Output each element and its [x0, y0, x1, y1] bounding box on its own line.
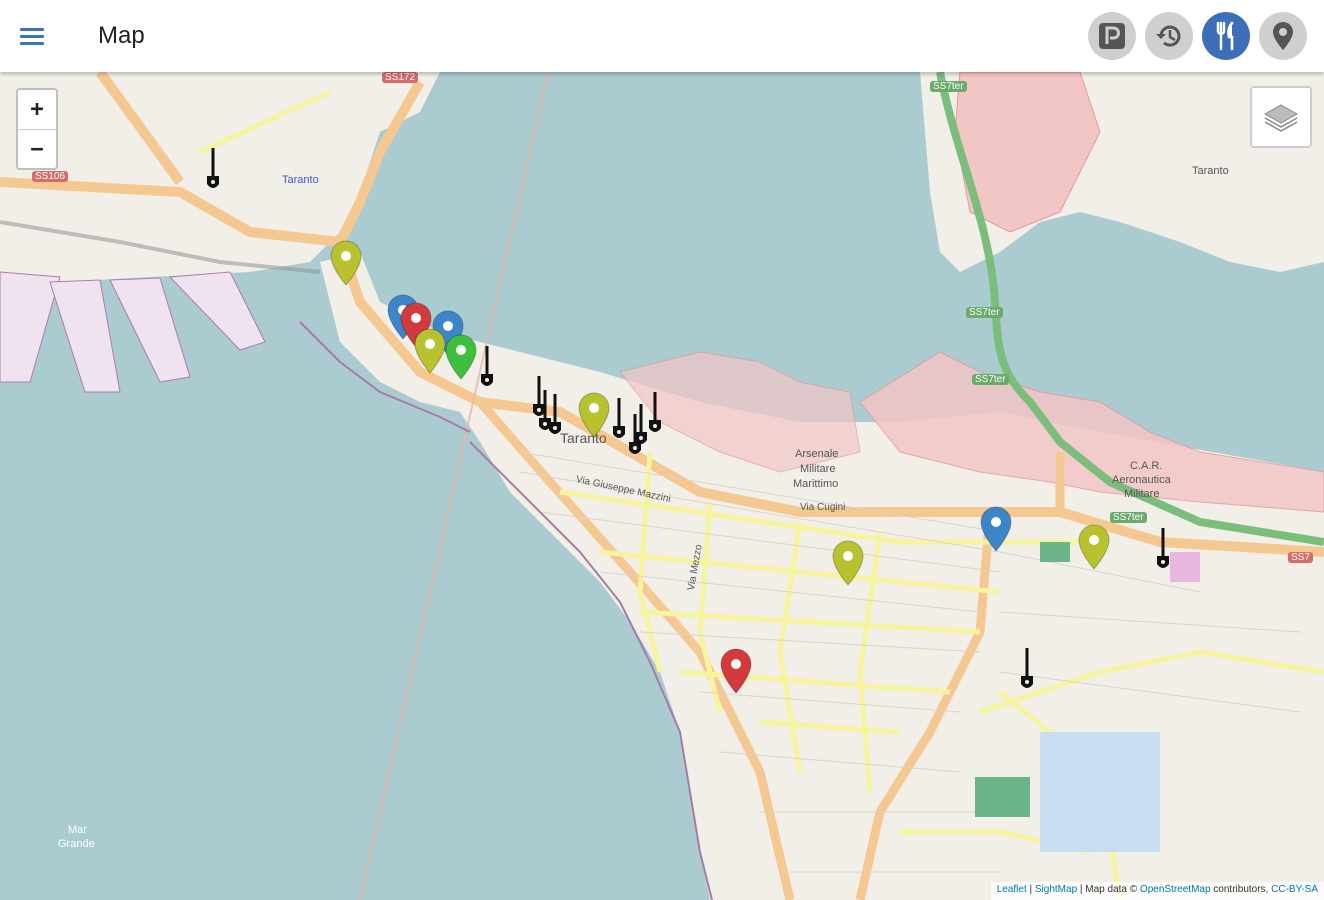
- map-pin-marker[interactable]: [720, 648, 752, 694]
- map-pin-icon: [1273, 22, 1293, 50]
- label-aeronautica: Aeronautica: [1112, 474, 1171, 486]
- label-via-cugini: Via Cugini: [800, 502, 846, 513]
- fork-knife-icon: [1216, 21, 1234, 51]
- zoom-in-button[interactable]: +: [18, 90, 56, 129]
- restaurant-fork-icon[interactable]: [648, 392, 662, 436]
- restaurant-fork-icon[interactable]: [634, 404, 648, 448]
- label-taranto-ne: Taranto: [1192, 165, 1229, 177]
- zoom-control: + −: [16, 88, 58, 170]
- label-militare: Militare: [800, 463, 836, 475]
- label-marittimo: Marittimo: [793, 478, 839, 490]
- map-pin-marker[interactable]: [578, 392, 610, 438]
- hamburger-menu-icon[interactable]: [14, 20, 50, 52]
- label-ss172: SS172: [382, 72, 419, 83]
- map-pin-marker[interactable]: [414, 328, 446, 374]
- map-pin-marker[interactable]: [980, 506, 1012, 552]
- label-car: C.A.R.: [1130, 460, 1163, 472]
- label-militare2: Militare: [1124, 488, 1160, 500]
- restaurant-fork-icon[interactable]: [612, 398, 626, 442]
- restaurant-fork-icon[interactable]: [1156, 528, 1170, 572]
- history-button[interactable]: [1145, 12, 1193, 60]
- attribution-mapdata: | Map data ©: [1077, 884, 1140, 895]
- osm-link[interactable]: OpenStreetMap: [1140, 884, 1211, 895]
- location-button[interactable]: [1259, 12, 1307, 60]
- label-ss7ter-1: SS7ter: [930, 81, 967, 92]
- restaurant-fork-icon[interactable]: [206, 148, 220, 192]
- label-ss7ter-4: SS7ter: [1110, 512, 1147, 523]
- map-pin-marker[interactable]: [445, 334, 477, 380]
- attribution-contributors: contributors,: [1210, 884, 1272, 895]
- app-bar: Map: [0, 0, 1324, 72]
- zoom-out-button[interactable]: −: [18, 129, 56, 169]
- label-ss7ter-2: SS7ter: [966, 307, 1003, 318]
- page-title: Map: [98, 22, 145, 49]
- label-ss106: SS106: [32, 171, 69, 182]
- label-arsenale: Arsenale: [795, 448, 839, 460]
- map-tiles: [0, 72, 1324, 900]
- layers-icon: [1263, 104, 1299, 132]
- map-pin-marker[interactable]: [1078, 524, 1110, 570]
- map-pin-marker[interactable]: [330, 240, 362, 286]
- leaflet-link[interactable]: Leaflet: [997, 884, 1027, 895]
- sightmap-link[interactable]: SightMap: [1035, 884, 1077, 895]
- parking-icon: [1099, 23, 1125, 49]
- label-ss7-right: SS7: [1288, 552, 1313, 563]
- parking-button[interactable]: [1088, 12, 1136, 60]
- layers-button[interactable]: [1250, 86, 1312, 148]
- label-mar: Mar: [68, 824, 87, 836]
- restaurant-fork-icon[interactable]: [548, 394, 562, 438]
- history-icon: [1156, 25, 1181, 47]
- label-taranto-station: Taranto: [282, 174, 319, 186]
- restaurant-fork-icon[interactable]: [480, 346, 494, 390]
- restaurant-button[interactable]: [1202, 12, 1250, 60]
- map-view[interactable]: Taranto Taranto Taranto Arsenale Militar…: [0, 72, 1324, 900]
- attribution-separator: |: [1026, 884, 1035, 895]
- map-pin-marker[interactable]: [832, 540, 864, 586]
- license-link[interactable]: CC-BY-SA: [1271, 884, 1318, 895]
- label-ss7ter-3: SS7ter: [972, 374, 1009, 385]
- label-grande: Grande: [58, 838, 95, 850]
- map-attribution: Leaflet | SightMap | Map data © OpenStre…: [990, 882, 1324, 900]
- restaurant-fork-icon[interactable]: [1020, 648, 1034, 692]
